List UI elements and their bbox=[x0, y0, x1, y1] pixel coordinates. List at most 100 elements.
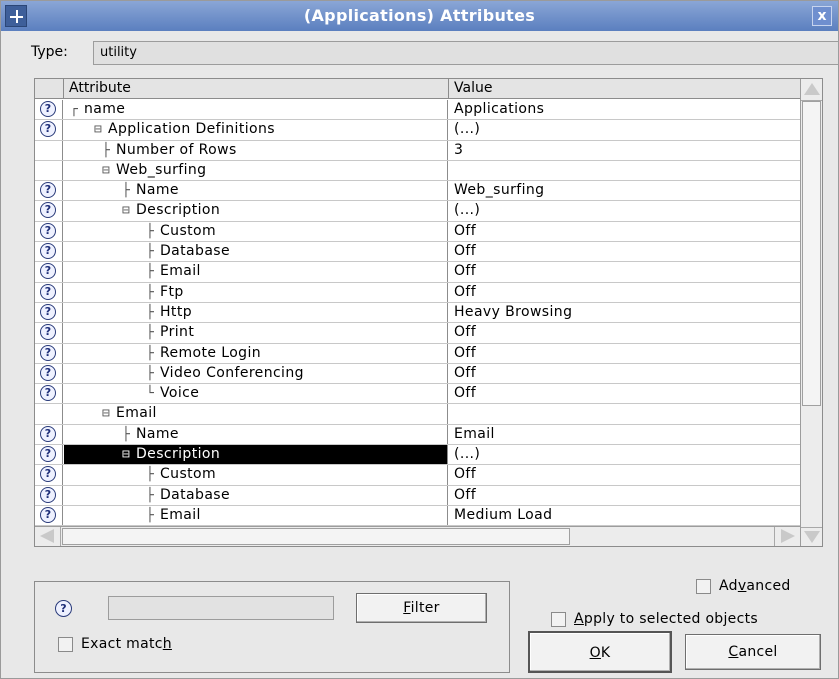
attribute-column-header[interactable]: Attribute bbox=[69, 80, 131, 96]
attribute-cell[interactable]: ⊟ Description bbox=[64, 445, 448, 465]
collapse-toggle-icon[interactable]: ⊟ bbox=[102, 163, 110, 178]
value-cell[interactable]: Off bbox=[449, 222, 800, 241]
value-cell[interactable]: Email bbox=[449, 425, 800, 444]
horizontal-scroll-thumb[interactable] bbox=[62, 528, 570, 545]
value-column-header[interactable]: Value bbox=[454, 80, 492, 96]
value-cell[interactable]: Off bbox=[449, 283, 800, 302]
help-icon[interactable]: ? bbox=[40, 446, 56, 463]
table-row[interactable]: ⊟ Email bbox=[35, 404, 800, 425]
vertical-scroll-thumb[interactable] bbox=[802, 101, 821, 406]
attribute-cell[interactable]: ├ Http bbox=[64, 302, 448, 323]
table-row[interactable]: ? ⊟ Description (...) bbox=[35, 201, 800, 222]
value-cell[interactable]: (...) bbox=[449, 120, 800, 139]
attribute-cell[interactable]: ├ Custom bbox=[64, 465, 448, 485]
ok-button[interactable]: OK bbox=[528, 631, 672, 673]
attribute-cell[interactable]: ┌ name bbox=[64, 100, 448, 120]
value-cell[interactable]: Medium Load bbox=[449, 506, 800, 525]
attribute-cell[interactable]: ⊟ Application Definitions bbox=[64, 120, 448, 140]
value-cell[interactable]: Off bbox=[449, 364, 800, 383]
collapse-toggle-icon[interactable]: ⊟ bbox=[122, 447, 130, 462]
help-icon[interactable]: ? bbox=[40, 101, 56, 117]
table-row[interactable]: ? └ Voice Off bbox=[35, 384, 800, 405]
close-button[interactable]: x bbox=[812, 6, 832, 26]
value-cell[interactable]: Off bbox=[449, 384, 800, 403]
apply-to-selected-checkbox[interactable]: Apply to selected objects bbox=[551, 611, 758, 627]
help-icon[interactable]: ? bbox=[40, 466, 56, 483]
table-row[interactable]: ? ├ Remote Login Off bbox=[35, 343, 800, 364]
attribute-cell[interactable]: ⊟ Description bbox=[64, 201, 448, 221]
table-row[interactable]: ? ┌ name Applications bbox=[35, 100, 800, 121]
help-icon[interactable]: ? bbox=[40, 425, 56, 442]
table-row[interactable]: ? ├ Custom Off bbox=[35, 221, 800, 243]
value-cell[interactable]: Off bbox=[449, 242, 800, 261]
attribute-cell[interactable]: ├ Custom bbox=[64, 221, 448, 242]
table-row[interactable]: ? ├ Database Off bbox=[35, 485, 800, 506]
exact-match-checkbox[interactable]: Exact matc h bbox=[58, 636, 172, 652]
filter-input[interactable] bbox=[108, 596, 334, 620]
attribute-cell[interactable]: ├ Print bbox=[64, 323, 448, 343]
help-icon[interactable]: ? bbox=[40, 202, 56, 219]
value-cell[interactable]: Web_surfing bbox=[449, 181, 800, 200]
help-icon[interactable]: ? bbox=[40, 263, 56, 280]
table-row[interactable]: ├ Number of Rows 3 bbox=[35, 140, 800, 161]
value-cell[interactable] bbox=[449, 404, 800, 423]
value-cell[interactable]: (...) bbox=[449, 445, 800, 464]
help-icon[interactable]: ? bbox=[40, 385, 56, 402]
attribute-cell[interactable]: ├ Number of Rows bbox=[64, 140, 448, 160]
help-icon[interactable]: ? bbox=[40, 344, 56, 361]
table-row[interactable]: ? ├ Email Off bbox=[35, 262, 800, 283]
help-icon[interactable]: ? bbox=[40, 364, 56, 381]
table-row[interactable]: ⊟ Web_surfing bbox=[35, 160, 800, 182]
attribute-cell[interactable]: ├ Email bbox=[64, 505, 448, 526]
attribute-cell[interactable]: ├ Remote Login bbox=[64, 343, 448, 363]
attribute-cell[interactable]: ├ Video Conferencing bbox=[64, 363, 448, 384]
help-icon[interactable]: ? bbox=[40, 324, 56, 341]
collapse-toggle-icon[interactable]: ⊟ bbox=[122, 203, 130, 218]
title-bar[interactable]: (Applications) Attributes x bbox=[1, 1, 838, 31]
attribute-cell[interactable]: ├ Email bbox=[64, 262, 448, 282]
help-icon[interactable]: ? bbox=[40, 486, 56, 503]
scroll-right-arrow-icon[interactable] bbox=[774, 527, 800, 546]
value-cell[interactable]: Off bbox=[449, 344, 800, 363]
help-icon[interactable]: ? bbox=[40, 303, 56, 320]
table-row[interactable]: ? ├ Ftp Off bbox=[35, 282, 800, 303]
value-cell[interactable]: Heavy Browsing bbox=[449, 303, 800, 322]
help-icon[interactable]: ? bbox=[40, 222, 56, 239]
help-icon[interactable]: ? bbox=[40, 182, 56, 199]
table-row[interactable]: ? ├ Database Off bbox=[35, 242, 800, 263]
table-row[interactable]: ? ├ Print Off bbox=[35, 323, 800, 344]
scroll-up-arrow-icon[interactable] bbox=[801, 79, 822, 101]
help-icon[interactable]: ? bbox=[40, 283, 56, 300]
help-icon[interactable]: ? bbox=[40, 506, 56, 523]
table-row[interactable]: ? ⊟ Description (...) bbox=[35, 445, 800, 466]
attribute-cell[interactable]: ├ Database bbox=[64, 242, 448, 262]
collapse-toggle-icon[interactable]: ⊟ bbox=[94, 122, 102, 137]
attribute-cell[interactable]: ├ Ftp bbox=[64, 282, 448, 302]
checkbox-box[interactable] bbox=[696, 578, 711, 594]
attribute-cell[interactable]: └ Voice bbox=[64, 384, 448, 404]
value-cell[interactable]: (...) bbox=[449, 201, 800, 220]
help-icon[interactable]: ? bbox=[40, 121, 56, 138]
vertical-scrollbar[interactable] bbox=[800, 79, 822, 546]
value-cell[interactable]: Off bbox=[449, 486, 800, 505]
attribute-cell[interactable]: ├ Database bbox=[64, 485, 448, 505]
attribute-cell[interactable]: ├ Name bbox=[64, 424, 448, 445]
attribute-cell[interactable]: ⊟ Email bbox=[64, 404, 448, 424]
table-row[interactable]: ? ├ Name Email bbox=[35, 424, 800, 446]
attribute-cell[interactable]: ⊟ Web_surfing bbox=[64, 160, 448, 181]
attribute-cell[interactable]: ├ Name bbox=[64, 181, 448, 201]
value-cell[interactable]: Off bbox=[449, 323, 800, 342]
value-cell[interactable]: Applications bbox=[449, 100, 800, 119]
table-row[interactable]: ? ⊟ Application Definitions (...) bbox=[35, 120, 800, 141]
collapse-toggle-icon[interactable]: ⊟ bbox=[102, 406, 110, 421]
checkbox-box[interactable] bbox=[58, 636, 73, 652]
scroll-down-arrow-icon[interactable] bbox=[801, 527, 822, 546]
value-cell[interactable]: Off bbox=[449, 465, 800, 484]
scroll-left-arrow-icon[interactable] bbox=[35, 527, 61, 546]
help-icon[interactable]: ? bbox=[55, 600, 72, 617]
filter-button[interactable]: Filter bbox=[356, 593, 487, 623]
table-row[interactable]: ? ├ Http Heavy Browsing bbox=[35, 302, 800, 324]
horizontal-scrollbar[interactable] bbox=[35, 526, 800, 546]
cancel-button[interactable]: Cancel bbox=[685, 634, 821, 670]
table-row[interactable]: ? ├ Email Medium Load bbox=[35, 505, 800, 527]
